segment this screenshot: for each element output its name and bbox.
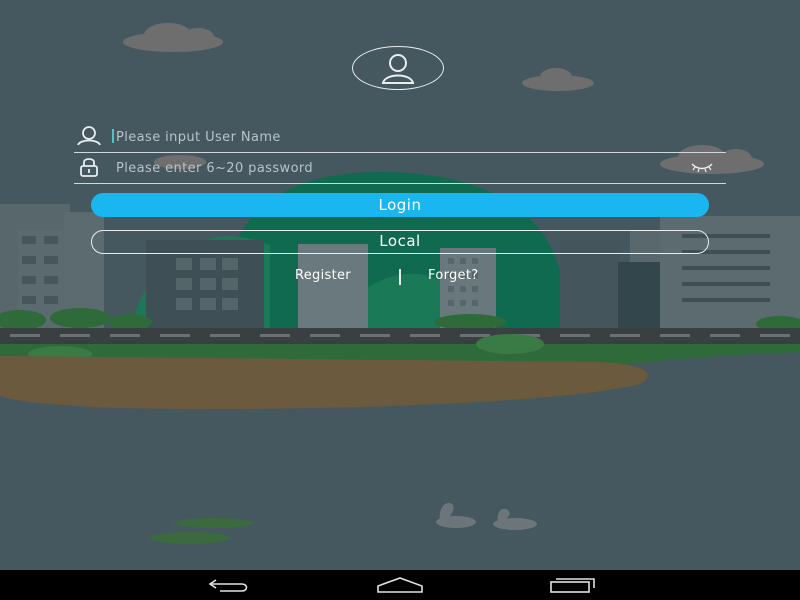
login-button[interactable]: Login [91, 193, 709, 217]
password-input[interactable] [114, 153, 718, 183]
register-link[interactable]: Register [295, 268, 351, 283]
eye-closed-icon[interactable] [688, 159, 716, 175]
user-icon [74, 124, 104, 148]
password-field [74, 153, 726, 184]
username-field [74, 122, 726, 153]
user-avatar [352, 46, 444, 90]
home-icon[interactable] [370, 574, 430, 596]
forget-password-link[interactable]: Forget? [428, 268, 478, 283]
login-screen: Login Local Register Forget? [0, 0, 800, 600]
recent-apps-icon[interactable] [542, 574, 602, 596]
local-button[interactable]: Local [91, 230, 709, 254]
lock-icon [74, 155, 104, 179]
username-input[interactable] [114, 122, 718, 152]
user-avatar-icon [381, 54, 415, 84]
system-navigation-bar [0, 570, 800, 600]
back-icon[interactable] [198, 574, 258, 596]
link-divider [399, 269, 401, 285]
